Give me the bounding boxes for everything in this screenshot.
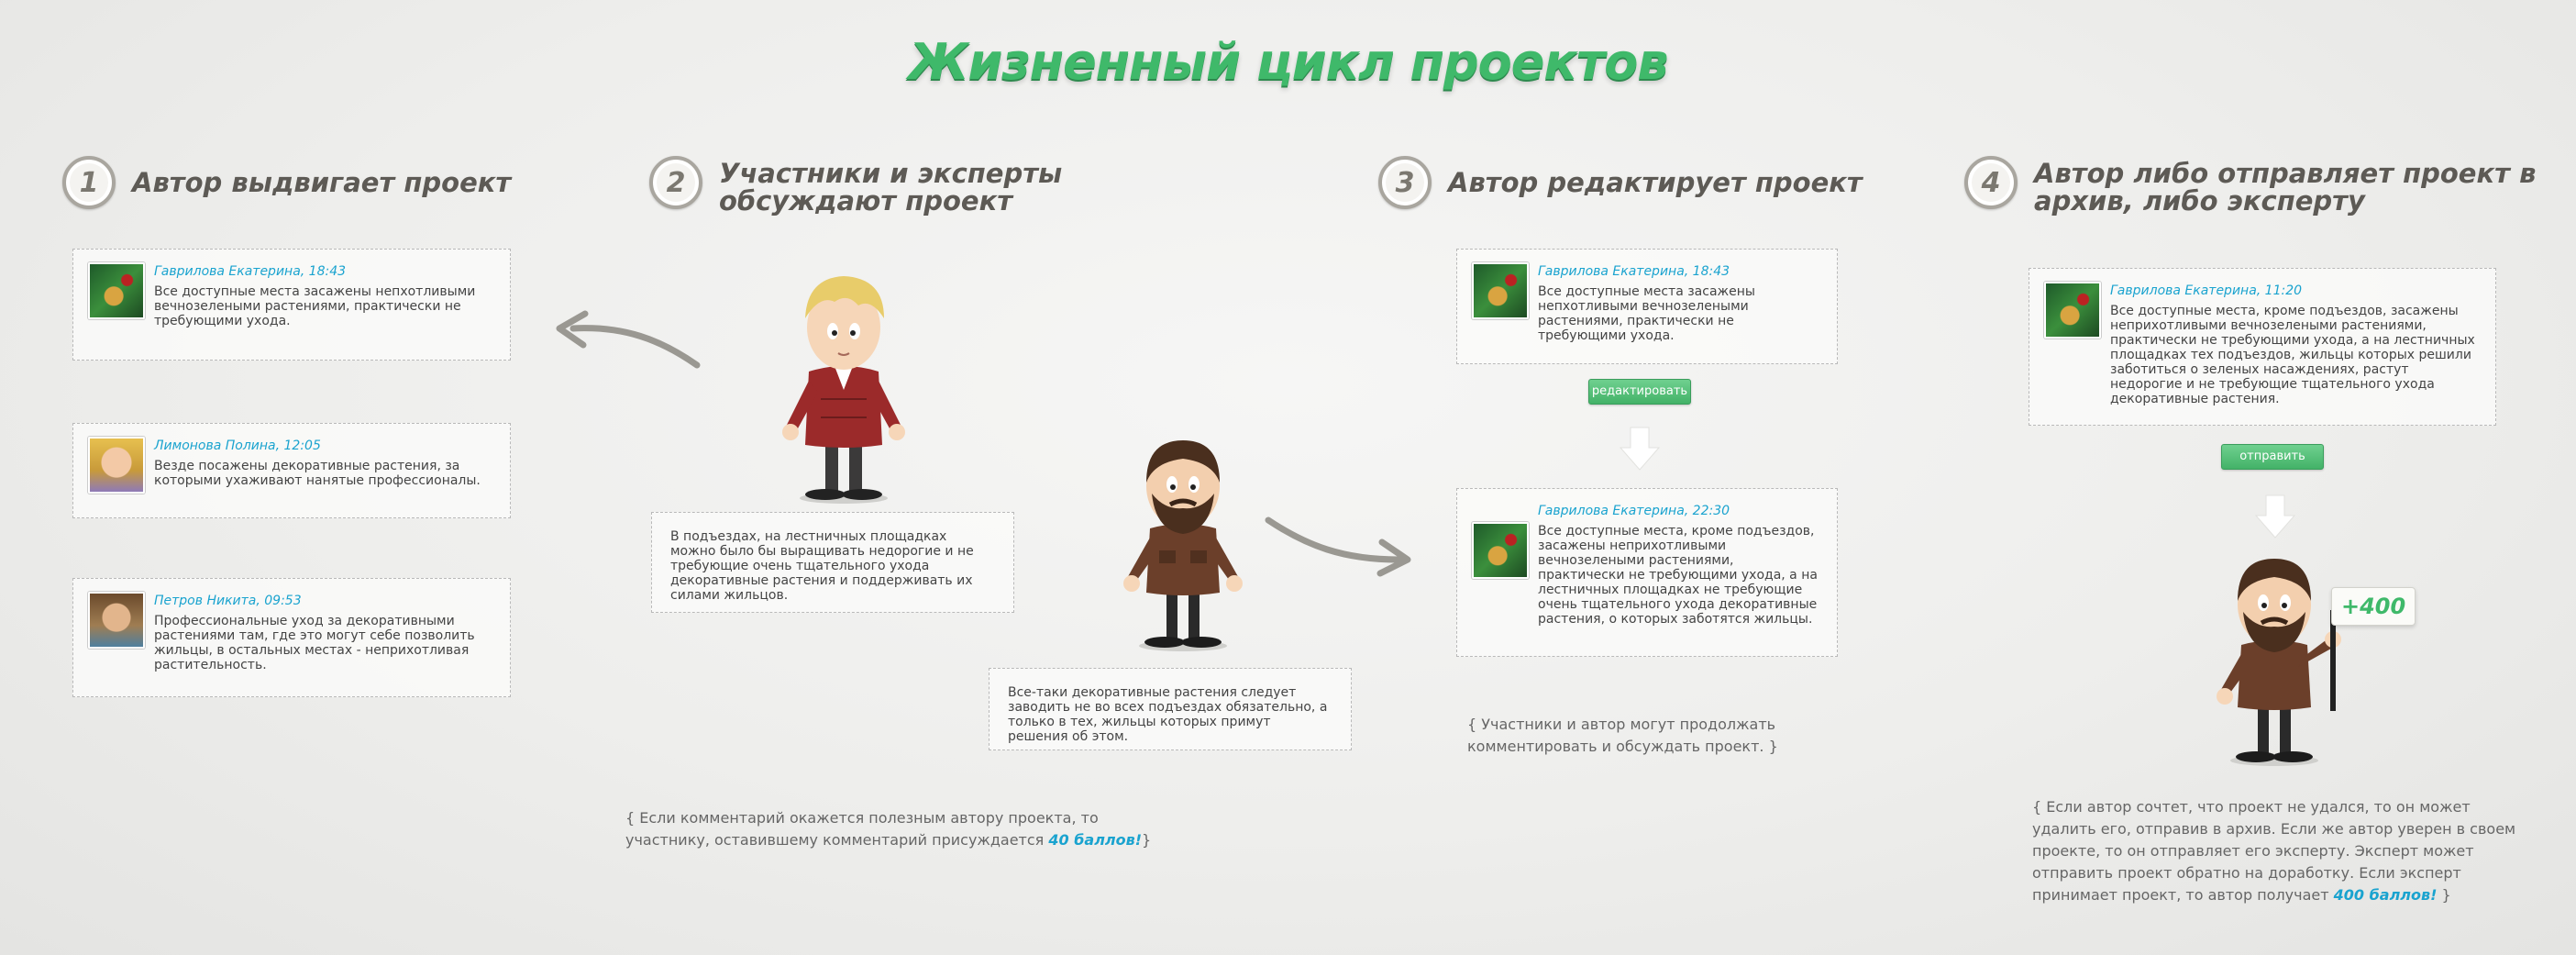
- comment-end: }: [1142, 831, 1152, 849]
- curved-arrow-left-icon: [556, 310, 701, 369]
- down-arrow-icon: [1619, 427, 1661, 471]
- step4-comment: { Если автор сочтет, что проект не удалс…: [2032, 796, 2518, 906]
- send-button[interactable]: отправить: [2221, 444, 2324, 470]
- comment-text: Все доступные места засажены непхотливым…: [1538, 284, 1755, 343]
- step-4-header: 4 Автор либо отправляет проект в архив, …: [1964, 156, 2548, 215]
- points-badge: +400: [2331, 587, 2416, 626]
- step-3-header: 3 Автор редактирует проект: [1378, 156, 1863, 209]
- comment-card: Петров Никита, 09:53 Профессиональные ух…: [72, 578, 511, 697]
- edit-button[interactable]: редактировать: [1588, 379, 1691, 405]
- comment-text: Все доступные места, кроме подъездов, за…: [1538, 524, 1818, 627]
- comment-author[interactable]: Гаврилова Екатерина, 18:43: [1538, 264, 1822, 279]
- step-2-header: 2 Участники и эксперты обсуждают проект: [649, 156, 1233, 215]
- step-1-header: 1 Автор выдвигает проект: [62, 156, 511, 209]
- comment-text: { Если комментарий окажется полезным авт…: [625, 809, 1099, 849]
- discussion-note: Все-таки декоративные растения следует з…: [989, 668, 1352, 750]
- comment-text: Все доступные места засажены непхотливым…: [154, 284, 476, 328]
- comment-text: Везде посажены декоративные растения, за…: [154, 459, 481, 488]
- comment-author[interactable]: Гаврилова Екатерина, 18:43: [154, 264, 495, 279]
- comment-card: Гаврилова Екатерина, 18:43 Все доступные…: [72, 249, 511, 361]
- project-card-final: Гаврилова Екатерина, 11:20 Все доступные…: [2029, 268, 2496, 426]
- step-number: 2: [649, 156, 702, 209]
- note-text: В подъездах, на лестничных площадках мож…: [670, 529, 974, 603]
- comment-author[interactable]: Лимонова Полина, 12:05: [154, 439, 495, 453]
- avatar: [88, 437, 145, 494]
- note-text: Все-таки декоративные растения следует з…: [1008, 685, 1328, 744]
- avatar: [1472, 262, 1529, 319]
- step-title: Автор редактирует проект: [1448, 167, 1863, 198]
- avatar: [88, 592, 145, 649]
- comment-author[interactable]: Петров Никита, 09:53: [154, 594, 495, 608]
- bearded-character-icon: [1123, 440, 1243, 651]
- comment-author[interactable]: Гаврилова Екатерина, 22:30: [1538, 504, 1822, 518]
- discussion-note: В подъездах, на лестничных площадках мож…: [651, 512, 1014, 613]
- comment-end: }: [2437, 886, 2451, 904]
- project-card-after: Гаврилова Екатерина, 22:30 Все доступные…: [1456, 488, 1838, 657]
- avatar: [2044, 282, 2101, 339]
- step-title: Автор либо отправляет проект в архив, ли…: [2034, 158, 2537, 217]
- comment-text: Все доступные места, кроме подъездов, за…: [2110, 304, 2475, 406]
- points-highlight: 40 баллов!: [1048, 831, 1143, 849]
- page-title: Жизненный цикл проектов: [908, 33, 1668, 91]
- comment-author[interactable]: Гаврилова Екатерина, 11:20: [2110, 283, 2481, 298]
- down-arrow-icon: [2254, 494, 2296, 539]
- project-card-before: Гаврилова Екатерина, 18:43 Все доступные…: [1456, 249, 1838, 364]
- comment-text: Профессиональные уход за декоративными р…: [154, 614, 475, 672]
- curved-arrow-right-icon: [1265, 516, 1411, 577]
- comment-card: Лимонова Полина, 12:05 Везде посажены де…: [72, 423, 511, 518]
- step-number: 1: [62, 156, 116, 209]
- step3-comment: { Участники и автор могут продолжать ком…: [1467, 716, 1778, 755]
- step-title: Автор выдвигает проект: [132, 167, 512, 198]
- avatar: [88, 262, 145, 319]
- step2-comment: { Если комментарий окажется полезным авт…: [625, 807, 1176, 851]
- step-title: Участники и эксперты обсуждают проект: [719, 158, 1063, 217]
- avatar: [1472, 522, 1529, 579]
- points-highlight: 400 баллов!: [2333, 886, 2438, 904]
- step-number: 3: [1378, 156, 1432, 209]
- step-number: 4: [1964, 156, 2018, 209]
- blond-character-icon: [782, 276, 905, 504]
